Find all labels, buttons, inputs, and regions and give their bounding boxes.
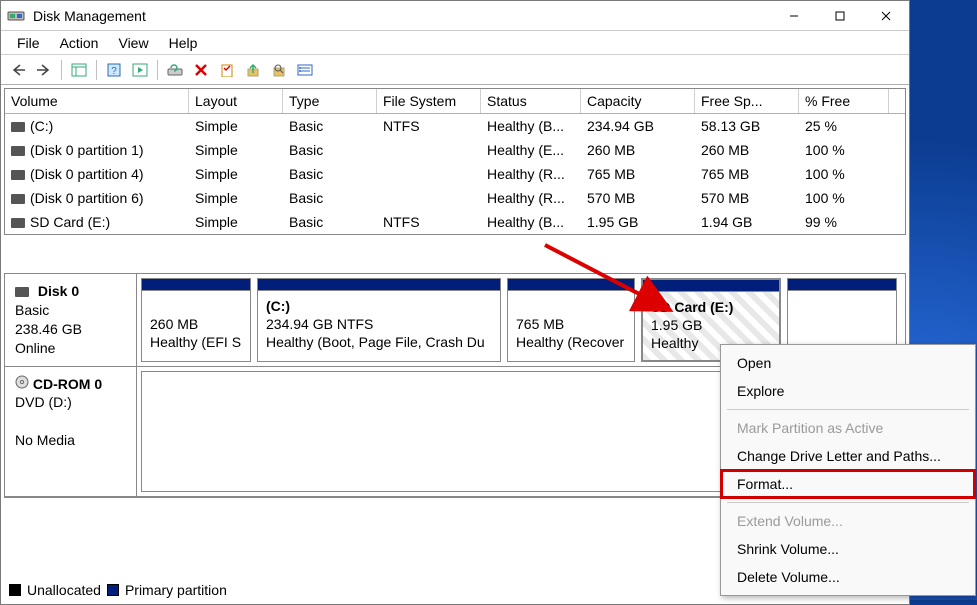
col-volume[interactable]: Volume [5, 89, 189, 113]
ctx-delete-volume[interactable]: Delete Volume... [721, 563, 975, 591]
ctx-format[interactable]: Format... [721, 470, 975, 498]
menu-bar: File Action View Help [1, 31, 909, 55]
ctx-open[interactable]: Open [721, 349, 975, 377]
help-button[interactable]: ? [103, 59, 125, 81]
col-free[interactable]: Free Sp... [695, 89, 799, 113]
window-title: Disk Management [31, 8, 771, 24]
legend-unallocated-icon [9, 584, 21, 596]
delete-button[interactable] [190, 59, 212, 81]
menu-action[interactable]: Action [50, 33, 109, 53]
volume-list-body: (C:) Simple Basic NTFS Healthy (B... 234… [5, 114, 905, 234]
col-filesystem[interactable]: File System [377, 89, 481, 113]
volume-row[interactable]: (Disk 0 partition 6) Simple Basic Health… [5, 186, 905, 210]
forward-button[interactable] [33, 59, 55, 81]
volume-row[interactable]: (Disk 0 partition 4) Simple Basic Health… [5, 162, 905, 186]
minimize-button[interactable] [771, 1, 817, 30]
properties-button[interactable] [216, 59, 238, 81]
cd-icon [15, 375, 29, 389]
drive-icon [11, 218, 25, 228]
ctx-mark-active: Mark Partition as Active [721, 414, 975, 442]
disk-management-icon [7, 7, 25, 25]
settings-list-button[interactable] [294, 59, 316, 81]
drive-icon [11, 146, 25, 156]
find-button[interactable] [268, 59, 290, 81]
drive-icon [15, 287, 29, 297]
legend: Unallocated Primary partition [9, 582, 227, 598]
ctx-extend-volume: Extend Volume... [721, 507, 975, 535]
ctx-explore[interactable]: Explore [721, 377, 975, 405]
back-button[interactable] [7, 59, 29, 81]
volume-list-header: Volume Layout Type File System Status Ca… [5, 89, 905, 114]
menu-help[interactable]: Help [159, 33, 208, 53]
ctx-change-drive-letter[interactable]: Change Drive Letter and Paths... [721, 442, 975, 470]
context-menu: Open Explore Mark Partition as Active Ch… [720, 344, 976, 596]
action-list-button[interactable] [129, 59, 151, 81]
col-type[interactable]: Type [283, 89, 377, 113]
partition-efi[interactable]: 260 MB Healthy (EFI S [141, 278, 251, 362]
maximize-button[interactable] [817, 1, 863, 30]
drive-icon [11, 194, 25, 204]
export-button[interactable] [242, 59, 264, 81]
col-layout[interactable]: Layout [189, 89, 283, 113]
volume-list: Volume Layout Type File System Status Ca… [4, 88, 906, 235]
ctx-shrink-volume[interactable]: Shrink Volume... [721, 535, 975, 563]
col-status[interactable]: Status [481, 89, 581, 113]
partition-c[interactable]: (C:) 234.94 GB NTFS Healthy (Boot, Page … [257, 278, 501, 362]
show-hide-tree-button[interactable] [68, 59, 90, 81]
refresh-button[interactable] [164, 59, 186, 81]
disk-label[interactable]: CD-ROM 0 DVD (D:) No Media [5, 367, 137, 496]
disk-label[interactable]: Disk 0 Basic 238.46 GB Online [5, 274, 137, 366]
close-button[interactable] [863, 1, 909, 30]
drive-icon [11, 122, 25, 132]
legend-primary-icon [107, 584, 119, 596]
volume-row[interactable]: (Disk 0 partition 1) Simple Basic Health… [5, 138, 905, 162]
title-bar: Disk Management [1, 1, 909, 31]
menu-file[interactable]: File [7, 33, 50, 53]
drive-icon [11, 170, 25, 180]
partition-recovery[interactable]: 765 MB Healthy (Recover [507, 278, 635, 362]
toolbar: ? [1, 55, 909, 85]
menu-view[interactable]: View [108, 33, 158, 53]
volume-row[interactable]: SD Card (E:) Simple Basic NTFS Healthy (… [5, 210, 905, 234]
volume-row[interactable]: (C:) Simple Basic NTFS Healthy (B... 234… [5, 114, 905, 138]
col-capacity[interactable]: Capacity [581, 89, 695, 113]
col-pct[interactable]: % Free [799, 89, 889, 113]
svg-text:?: ? [111, 66, 117, 77]
